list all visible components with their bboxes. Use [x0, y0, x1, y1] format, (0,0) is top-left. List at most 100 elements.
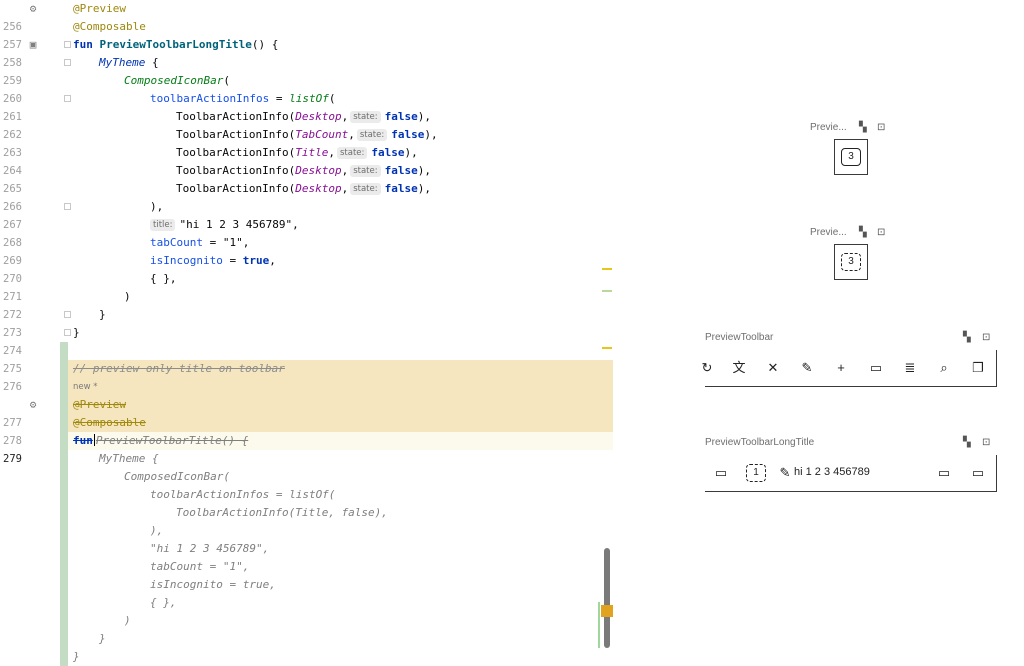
code-text: toolbarActionInfos = listOf(: [150, 488, 336, 501]
code-token: =: [269, 92, 290, 105]
code-line: 256 ⚙ @Preview: [0, 0, 614, 33]
code-line: new *: [0, 378, 614, 396]
gear-icon[interactable]: ⚙: [27, 399, 39, 411]
code-token: false: [384, 182, 418, 195]
warning-marker[interactable]: [602, 347, 612, 349]
toolbar-preview[interactable]: ▭ 1 ✎ hi 1 2 3 456789 ▭ ▭: [705, 455, 997, 492]
preview-title: Previe...: [810, 227, 847, 238]
fold-icon[interactable]: [64, 311, 71, 318]
code-token: ToolbarActionInfo(: [176, 110, 296, 123]
code-line: toolbarActionInfos = listOf(: [0, 486, 614, 504]
inlay-hint: state:: [350, 111, 381, 123]
change-marker[interactable]: [602, 290, 612, 292]
deploy-preview-icon[interactable]: ▚: [963, 332, 971, 343]
code-token: =: [202, 236, 223, 249]
code-token: MyTheme: [99, 56, 146, 69]
gear-icon[interactable]: ⚙: [27, 3, 39, 15]
code-token: tabCount: [150, 236, 203, 249]
code-line: ),: [0, 522, 614, 540]
code-line: 260 ComposedIconBar(: [0, 72, 614, 105]
code-token: false: [384, 164, 418, 177]
code-line: 259 MyTheme {: [0, 54, 614, 87]
code-text: @Preview: [73, 2, 126, 15]
code-line: 278 @Composable: [0, 414, 614, 447]
code-token: ToolbarActionInfo(: [176, 146, 296, 159]
code-token: (: [223, 74, 230, 87]
code-line: isIncognito = true,: [0, 576, 614, 594]
deploy-preview-icon[interactable]: ▚: [963, 437, 971, 448]
code-token: ,: [328, 146, 335, 159]
preview-title: PreviewToolbar: [705, 332, 774, 343]
code-token: false: [391, 128, 425, 141]
code-token: ,: [341, 182, 349, 195]
code-line: 261 toolbarActionInfos = listOf(: [0, 90, 614, 123]
deploy-preview-icon[interactable]: ▚: [859, 122, 867, 133]
preview-frame[interactable]: 3: [834, 244, 868, 280]
warning-marker[interactable]: [602, 268, 612, 270]
inlay-hint: state:: [356, 129, 388, 141]
device-preview-icon[interactable]: ⊡: [982, 437, 990, 448]
code-line: 262 ToolbarActionInfo(Desktop, state: fals…: [0, 108, 614, 141]
code-token: "1",: [222, 236, 250, 249]
deploy-preview-icon[interactable]: ▚: [859, 227, 867, 238]
code-token: ),: [417, 182, 431, 195]
code-text: @Preview: [73, 398, 126, 411]
reload-icon: ↻: [701, 360, 713, 375]
inlay-hint: state:: [350, 165, 381, 177]
new-tag: new *: [73, 382, 98, 392]
scrollbar[interactable]: [604, 548, 610, 648]
code-token: false: [384, 110, 418, 123]
fold-icon[interactable]: [64, 329, 71, 336]
code-line: 269 tabCount = "1",: [0, 234, 614, 267]
code-token: Title: [295, 146, 329, 159]
code-token: false: [371, 146, 405, 159]
inlay-hint: title:: [150, 219, 176, 231]
device-preview-icon[interactable]: ⊡: [877, 227, 885, 238]
code-text: ): [124, 614, 131, 627]
code-line: }: [0, 630, 614, 648]
code-text: }: [99, 632, 106, 645]
run-preview-icon[interactable]: ▣: [27, 39, 39, 51]
code-line: 272 ): [0, 288, 614, 321]
code-token: () {: [251, 38, 279, 51]
code-text: ),: [150, 524, 164, 537]
code-text: }: [99, 308, 106, 321]
code-token: TabCount: [295, 128, 349, 141]
code-token: ,: [341, 110, 349, 123]
code-line: 271 { },: [0, 270, 614, 303]
preview-frame[interactable]: 3: [834, 139, 868, 175]
code-text: MyTheme {: [99, 452, 159, 465]
code-line: 265 ToolbarActionInfo(Desktop, state: fals…: [0, 162, 614, 195]
code-token: "hi 1 2 3 456789",: [179, 218, 299, 231]
preview-title: PreviewToolbarLongTitle: [705, 437, 815, 448]
tab-count-badge: 3: [841, 253, 861, 271]
code-line: { },: [0, 594, 614, 612]
tab-count-badge: 3: [841, 148, 861, 166]
fold-icon[interactable]: [64, 59, 71, 66]
device-preview-icon[interactable]: ⊡: [982, 332, 990, 343]
code-line: 275: [0, 342, 614, 375]
code-line: 257 @Composable: [0, 18, 614, 51]
toolbar-title: hi 1 2 3 456789: [794, 466, 870, 478]
code-token: Desktop: [295, 182, 342, 195]
code-token: ),: [424, 128, 438, 141]
code-text: }: [73, 650, 80, 663]
code-text: }: [73, 326, 80, 339]
fold-icon[interactable]: [64, 203, 71, 210]
code-text: { },: [150, 272, 177, 285]
code-line: 268 title: "hi 1 2 3 456789",: [0, 216, 614, 249]
toolbar-preview[interactable]: ↻ 文 ✕ ✎ + ▭ ≣ ⌕ ❐: [702, 350, 997, 387]
code-token: PreviewToolbarTitle() {: [95, 434, 249, 447]
code-line: ): [0, 612, 614, 630]
scrollbar-thumb[interactable]: [601, 605, 613, 617]
device-preview-icon[interactable]: ⊡: [877, 122, 885, 133]
desktop-icon: ▭: [937, 465, 951, 480]
fold-icon[interactable]: [64, 41, 71, 48]
code-line: 267 ),: [0, 198, 614, 231]
fold-icon[interactable]: [64, 95, 71, 102]
search-icon: ⌕: [940, 360, 948, 375]
code-text: ),: [150, 200, 164, 213]
code-token: fun: [73, 38, 100, 51]
code-editor[interactable]: 256 ⚙ @Preview 257 @Composable 258 ▣ fun…: [0, 0, 614, 666]
code-token: ,: [269, 254, 276, 267]
